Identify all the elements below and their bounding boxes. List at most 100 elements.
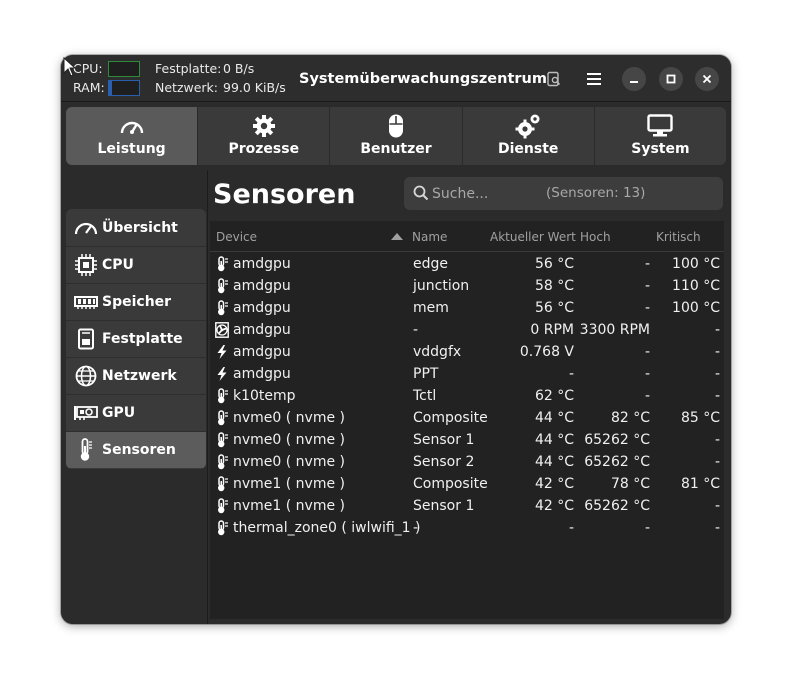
cell-critical: - (714, 432, 720, 448)
table-row[interactable]: nvme1 ( nvme ) Sensor 1 42 °C 65262 °C - (210, 495, 724, 517)
lightning-icon (217, 345, 227, 359)
cell-device: nvme1 ( nvme ) (233, 498, 345, 514)
table-row[interactable]: amdgpu vddgfx 0.768 V - - (210, 341, 724, 363)
header-bar: CPU: RAM: Festplatte: 0 B/s Netzwerk: 99… (61, 55, 731, 102)
tab-system[interactable]: System (593, 107, 726, 165)
globe-icon (75, 365, 97, 387)
menu-button[interactable] (582, 67, 606, 91)
cell-high: - (644, 344, 650, 360)
cell-critical: - (714, 344, 720, 360)
cell-device: thermal_zone0 ( iwlwifi_1 ) (233, 520, 421, 536)
sidebar-item-uebersicht[interactable]: Übersicht (66, 209, 206, 246)
close-button[interactable] (695, 67, 719, 91)
sidebar-item-netzwerk[interactable]: Netzwerk (66, 357, 206, 394)
fan-icon (215, 322, 229, 338)
cell-high: - (644, 278, 650, 294)
sensor-table: Device Name Aktueller Wert Hoch Kritisch… (210, 221, 724, 619)
disk-icon (78, 328, 94, 350)
minimize-icon (630, 81, 638, 83)
table-row[interactable]: nvme0 ( nvme ) Composite 44 °C 82 °C 85 °C (210, 407, 724, 429)
search-process-button[interactable] (542, 67, 566, 91)
cell-critical: 110 °C (672, 278, 720, 294)
cell-current: 56 °C (534, 300, 574, 316)
cell-name: junction (413, 278, 470, 294)
thermometer-icon (218, 498, 228, 514)
sort-ascending-icon[interactable] (391, 233, 403, 240)
cell-high: - (644, 300, 650, 316)
cell-name: edge (413, 256, 448, 272)
cell-critical: - (714, 498, 720, 514)
table-row[interactable]: amdgpu junction 58 °C - 110 °C (210, 275, 724, 297)
net-value: 99.0 KiB/s (223, 80, 286, 95)
column-header-high[interactable]: Hoch (580, 230, 611, 244)
sidebar-item-label: Festplatte (102, 331, 183, 347)
sidebar-item-cpu[interactable]: CPU (66, 246, 206, 283)
app-window: CPU: RAM: Festplatte: 0 B/s Netzwerk: 99… (61, 55, 731, 624)
column-header-name[interactable]: Name (412, 230, 447, 244)
cell-current: 42 °C (534, 476, 574, 492)
thermometer-icon (218, 388, 228, 404)
sidebar-item-label: GPU (102, 405, 136, 421)
thermometer-icon (218, 476, 228, 492)
minimize-button[interactable] (622, 67, 646, 91)
maximize-button[interactable] (659, 67, 683, 91)
cell-high: - (644, 520, 650, 536)
sensor-count: (Sensoren: 13) (546, 185, 646, 201)
sidebar-item-label: Sensoren (102, 442, 176, 458)
cell-critical: - (714, 520, 720, 536)
column-header-current[interactable]: Aktueller Wert (490, 230, 576, 244)
gauge-icon (74, 222, 98, 234)
tab-label: Benutzer (360, 141, 432, 157)
table-row[interactable]: k10temp Tctl 62 °C - - (210, 385, 724, 407)
thermometer-icon (80, 438, 92, 461)
tab-label: Leistung (97, 141, 166, 157)
cell-current: 42 °C (534, 498, 574, 514)
cpu-label: CPU: (73, 61, 103, 76)
tab-leistung[interactable]: Leistung (66, 107, 198, 165)
search-box[interactable]: (Sensoren: 13) (404, 177, 723, 210)
tab-prozesse[interactable]: Prozesse (197, 107, 329, 165)
search-input[interactable] (432, 177, 552, 210)
cell-high: 65262 °C (584, 454, 650, 470)
ram-label: RAM: (73, 80, 105, 95)
table-row[interactable]: nvme0 ( nvme ) Sensor 2 44 °C 65262 °C - (210, 451, 724, 473)
page-title: Sensoren (213, 179, 356, 210)
hamburger-icon (587, 73, 601, 85)
cell-current: 0 RPM (530, 322, 574, 338)
table-row[interactable]: amdgpu edge 56 °C - 100 °C (210, 253, 724, 275)
sidebar-item-sensoren[interactable]: Sensoren (66, 431, 206, 468)
cell-name: Sensor 1 (413, 498, 475, 514)
cell-critical: - (714, 366, 720, 382)
sidebar-item-label: Netzwerk (102, 368, 177, 384)
column-header-device[interactable]: Device (216, 230, 257, 244)
search-icon (413, 185, 429, 201)
window-title: Systemüberwachungszentrum (299, 71, 547, 87)
column-header-critical[interactable]: Kritisch (656, 230, 701, 244)
table-row[interactable]: amdgpu - 0 RPM 3300 RPM - (210, 319, 724, 341)
table-row[interactable]: amdgpu mem 56 °C - 100 °C (210, 297, 724, 319)
search-page-icon (547, 71, 561, 87)
cell-device: k10temp (233, 388, 296, 404)
cell-name: - (413, 520, 419, 536)
cell-high: - (644, 388, 650, 404)
table-row[interactable]: amdgpu PPT - - - (210, 363, 724, 385)
cell-critical: 100 °C (672, 300, 720, 316)
cpu-graph (108, 61, 140, 77)
cell-device: amdgpu (233, 344, 291, 360)
cell-current: 56 °C (534, 256, 574, 272)
sidebar: Übersicht CPU Speicher Festplatte Netzwe… (61, 170, 208, 624)
sidebar-item-festplatte[interactable]: Festplatte (66, 320, 206, 357)
table-row[interactable]: nvme1 ( nvme ) Composite 42 °C 78 °C 81 °C (210, 473, 724, 495)
cell-high: 3300 RPM (579, 322, 650, 338)
lightning-icon (217, 367, 227, 381)
sidebar-item-gpu[interactable]: GPU (66, 394, 206, 431)
table-row[interactable]: nvme0 ( nvme ) Sensor 1 44 °C 65262 °C - (210, 429, 724, 451)
tab-dienste[interactable]: Dienste (461, 107, 594, 165)
cell-name: Tctl (413, 388, 437, 404)
table-row[interactable]: thermal_zone0 ( iwlwifi_1 ) - - - - (210, 517, 724, 539)
cell-name: Sensor 2 (413, 454, 475, 470)
mouse-icon (389, 114, 403, 138)
cell-device: nvme0 ( nvme ) (233, 454, 345, 470)
sidebar-item-speicher[interactable]: Speicher (66, 283, 206, 320)
tab-benutzer[interactable]: Benutzer (329, 107, 461, 165)
